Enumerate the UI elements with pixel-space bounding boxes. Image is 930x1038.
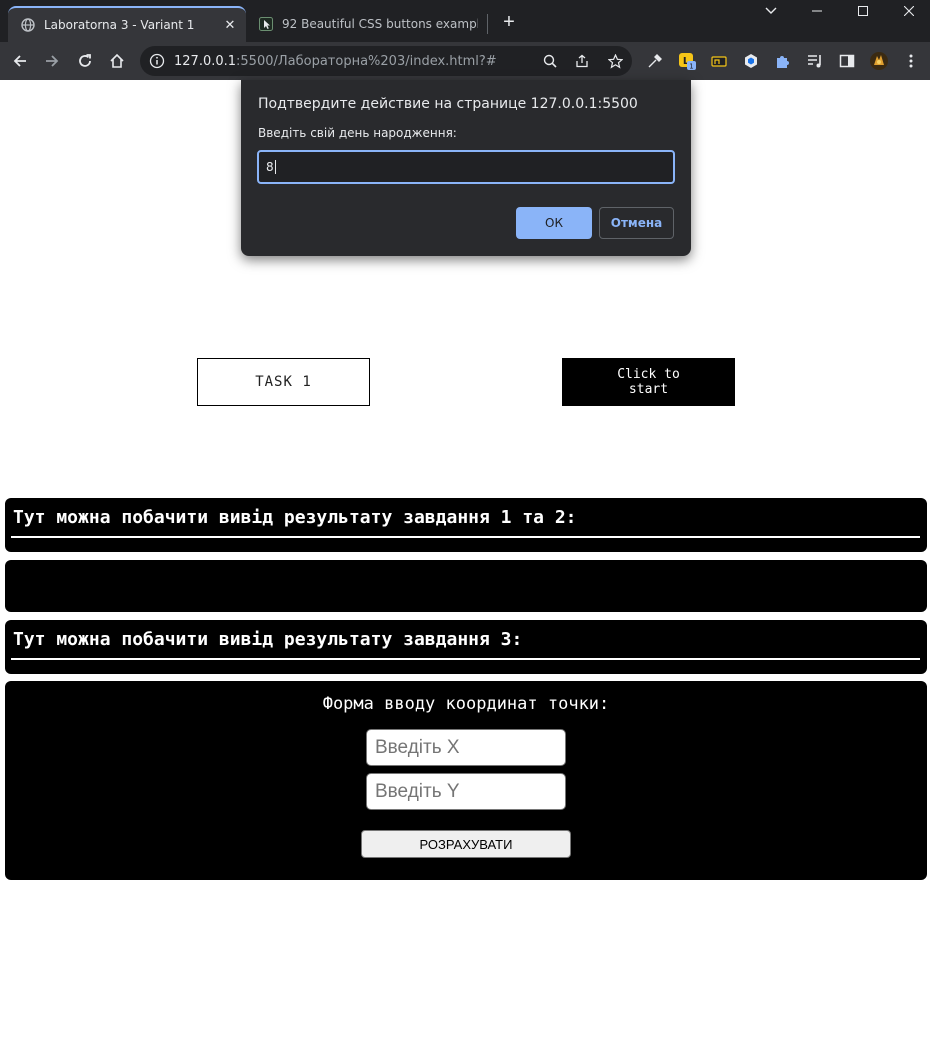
- output-header-panel-1: Тут можна побачити вивід результату завд…: [5, 498, 927, 552]
- cursor-favicon-icon: [258, 16, 274, 32]
- site-info-icon[interactable]: [148, 52, 166, 70]
- url-text[interactable]: 127.0.0.1:5500/Лабораторна%203/index.htm…: [174, 54, 497, 69]
- url-path: :5500/Лабораторна%203/index.html?#: [236, 54, 497, 69]
- forward-arrow-icon[interactable]: [40, 49, 64, 73]
- ok-button[interactable]: ОК: [516, 207, 592, 239]
- text-caret: [274, 160, 276, 174]
- browser-toolbar: 127.0.0.1:5500/Лабораторна%203/index.htm…: [0, 42, 930, 80]
- close-tab-icon[interactable]: ✕: [222, 17, 238, 33]
- more-menu-icon[interactable]: [900, 50, 922, 72]
- coordinate-form-panel: Форма вводу координат точки: РОЗРАХУВАТИ: [5, 681, 927, 880]
- heading-divider: [11, 536, 920, 538]
- dialog-message: Введіть свій день народження:: [258, 126, 457, 140]
- heading-divider: [11, 658, 920, 660]
- x-coordinate-input[interactable]: [366, 729, 566, 766]
- dialog-input-value: 8: [266, 160, 274, 174]
- minimize-window-button[interactable]: [794, 0, 840, 22]
- back-arrow-icon[interactable]: [8, 49, 32, 73]
- share-icon[interactable]: [572, 51, 592, 71]
- profile-avatar-icon[interactable]: [868, 50, 890, 72]
- tab-title: Laboratorna 3 - Variant 1: [44, 18, 195, 32]
- output-header-panel-3: Тут можна побачити вивід результату завд…: [5, 620, 927, 674]
- tab-search-icon[interactable]: [748, 0, 794, 22]
- color-picker-extension-icon[interactable]: [644, 50, 666, 72]
- home-icon[interactable]: [105, 49, 129, 73]
- tab-title: 92 Beautiful CSS buttons exampl: [282, 17, 478, 31]
- tag-extension-icon[interactable]: [708, 50, 730, 72]
- new-tab-button[interactable]: +: [497, 10, 521, 34]
- output-heading-3: Тут можна побачити вивід результату завд…: [13, 629, 523, 650]
- tab-css-buttons[interactable]: 92 Beautiful CSS buttons exampl: [248, 6, 486, 42]
- media-queue-icon[interactable]: [804, 50, 826, 72]
- hexagon-extension-icon[interactable]: [740, 50, 762, 72]
- maximize-window-button[interactable]: [840, 0, 886, 22]
- start-button[interactable]: Click to start: [562, 358, 735, 406]
- extension-badge: 1: [689, 62, 693, 70]
- reload-icon[interactable]: [73, 49, 97, 73]
- prompt-dialog: Подтвердите действие на странице 127.0.0…: [241, 80, 691, 256]
- tab-laboratorna[interactable]: Laboratorna 3 - Variant 1 ✕: [8, 6, 246, 42]
- dialog-input[interactable]: 8: [257, 150, 675, 184]
- url-host: 127.0.0.1: [174, 54, 237, 69]
- tab-separator: [487, 14, 488, 34]
- output-heading-1: Тут можна побачити вивід результату завд…: [13, 507, 577, 528]
- browser-tab-strip: Laboratorna 3 - Variant 1 ✕ 92 Beautiful…: [0, 0, 930, 42]
- side-panel-icon[interactable]: [836, 50, 858, 72]
- address-bar[interactable]: 127.0.0.1:5500/Лабораторна%203/index.htm…: [140, 46, 632, 76]
- password-extension-icon[interactable]: L1: [676, 50, 698, 72]
- y-coordinate-input[interactable]: [366, 773, 566, 810]
- form-title: Форма вводу координат точки:: [322, 694, 610, 714]
- output-result-panel-1: [5, 560, 927, 612]
- globe-icon: [20, 17, 36, 33]
- puzzle-extensions-icon[interactable]: [772, 50, 794, 72]
- bookmark-star-icon[interactable]: [605, 51, 625, 71]
- task-1-button[interactable]: TASK 1: [197, 358, 370, 406]
- zoom-search-icon[interactable]: [540, 51, 560, 71]
- dialog-title: Подтвердите действие на странице 127.0.0…: [258, 96, 638, 112]
- start-button-label: Click to start: [617, 367, 680, 397]
- calculate-button[interactable]: РОЗРАХУВАТИ: [361, 830, 571, 858]
- cancel-button[interactable]: Отмена: [599, 207, 674, 239]
- close-window-button[interactable]: [886, 0, 930, 22]
